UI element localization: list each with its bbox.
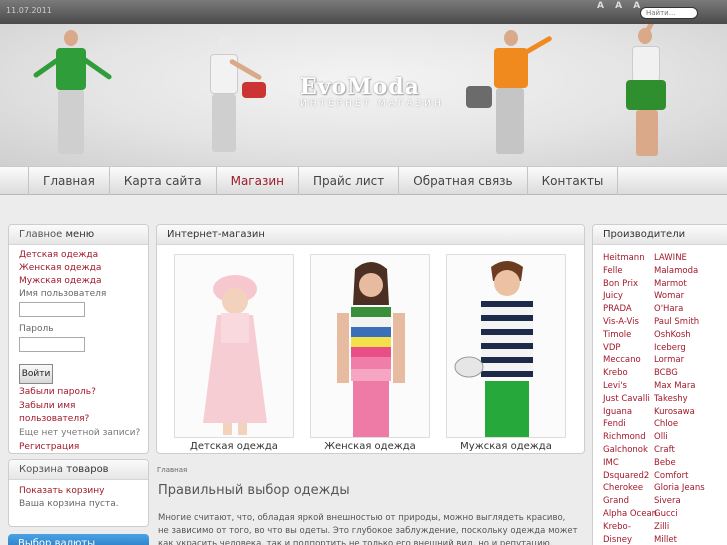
category-image-men[interactable] [446, 254, 566, 438]
nav-item-contacts[interactable]: Контакты [528, 167, 619, 195]
cart-empty-text: Ваша корзина пуста. [19, 499, 119, 509]
category-image-women[interactable] [310, 254, 430, 438]
password-label: Пароль [19, 324, 54, 334]
main-menu-header: Главное меню [9, 225, 148, 245]
model-figure [610, 24, 690, 164]
current-date: 11.07.2011 [6, 6, 52, 15]
brand-link[interactable]: Craft [654, 444, 714, 457]
breadcrumb[interactable]: Главная [157, 466, 187, 474]
password-input[interactable] [19, 337, 85, 352]
cart-header: Корзина товаров [9, 460, 148, 480]
nav-item-shop[interactable]: Магазин [217, 167, 299, 195]
brand-link[interactable]: BCBG [654, 367, 714, 380]
brand-link[interactable]: LAWINE [654, 252, 714, 265]
brand-link[interactable]: Malamoda [654, 265, 714, 278]
nav-item-feedback[interactable]: Обратная связь [399, 167, 528, 195]
nav-item-sitemap[interactable]: Карта сайта [110, 167, 217, 195]
login-button[interactable]: Войти [19, 364, 53, 384]
brand-link[interactable]: Iceberg [654, 342, 714, 355]
brand-link[interactable]: Chloe [654, 418, 714, 431]
brand-link[interactable]: Marmot [654, 278, 714, 291]
category-caption-men[interactable]: Мужская одежда [446, 441, 566, 452]
brand-link[interactable]: Millet [654, 534, 714, 545]
brand-link[interactable]: Paul Smith [654, 316, 714, 329]
brand-link[interactable]: Gloria Jeans [654, 482, 714, 495]
shop-panel: Интернет-магазин Детская одежда Женская … [156, 224, 585, 454]
brand-link[interactable]: Womar [654, 290, 714, 303]
brands-panel: Производители Heitmann Felle Bon Prix Juicy… [592, 224, 727, 545]
article-title: Правильный выбор одежды [158, 483, 350, 498]
brand-link[interactable]: Takeshy [654, 393, 714, 406]
brand-link[interactable]: Comfort [654, 470, 714, 483]
search-input[interactable] [640, 7, 698, 19]
top-bar: 11.07.2011 A A A [0, 0, 727, 24]
forgot-username-link[interactable]: Забыли имя пользователя? [19, 401, 89, 424]
brand-link[interactable]: Bebe [654, 457, 714, 470]
site-logo[interactable]: EvoModa ИНТЕРНЕТ МАГАЗИН [300, 76, 444, 109]
main-navigation: Главная Карта сайта Магазин Прайс лист О… [0, 166, 727, 195]
main-menu-panel: Главное меню Детская одежда Женская одеж… [8, 224, 149, 454]
model-figure [460, 30, 560, 166]
brand-link[interactable]: Kurosawa [654, 406, 714, 419]
no-account-text: Еще нет учетной записи? [19, 428, 141, 438]
brand-link[interactable]: Lormar [654, 354, 714, 367]
brand-link[interactable]: OshKosh [654, 329, 714, 342]
brand-link[interactable]: Zilli [654, 521, 714, 534]
forgot-password-link[interactable]: Забыли пароль? [19, 387, 96, 397]
shop-header: Интернет-магазин [157, 225, 584, 245]
logo-subtitle: ИНТЕРНЕТ МАГАЗИН [300, 99, 444, 109]
brands-header: Производители [593, 225, 727, 245]
model-figure [30, 30, 120, 166]
menu-link-kids[interactable]: Детская одежда [19, 250, 98, 260]
category-caption-women[interactable]: Женская одежда [310, 441, 430, 452]
brand-link[interactable]: O'Hara [654, 303, 714, 316]
register-link[interactable]: Регистрация [19, 442, 79, 452]
cart-panel: Корзина товаров Показать корзину Ваша ко… [8, 459, 149, 527]
header-banner: EvoModa ИНТЕРНЕТ МАГАЗИН [0, 24, 727, 166]
nav-item-pricelist[interactable]: Прайс лист [299, 167, 400, 195]
logo-title: EvoModa [300, 74, 420, 100]
menu-link-women[interactable]: Женская одежда [19, 263, 101, 273]
brands-column-2: LAWINE Malamoda Marmot Womar O'Hara Paul Smit… [654, 252, 714, 545]
category-caption-kids[interactable]: Детская одежда [174, 441, 294, 452]
menu-link-men[interactable]: Мужская одежда [19, 276, 102, 286]
font-size-switcher[interactable]: A A A [597, 1, 644, 11]
username-label: Имя пользователя [19, 289, 107, 299]
brand-link[interactable]: Max Mara [654, 380, 714, 393]
model-figure [170, 28, 270, 164]
nav-item-home[interactable]: Главная [29, 167, 110, 195]
currency-panel-header: Выбор валюты [8, 534, 149, 545]
brand-link[interactable]: Olli [654, 431, 714, 444]
show-cart-link[interactable]: Показать корзину [19, 486, 104, 496]
article-text: Многие считают, что, обладая яркой внешн… [158, 513, 578, 545]
category-image-kids[interactable] [174, 254, 294, 438]
brand-link[interactable]: Gucci [654, 508, 714, 521]
brand-link[interactable]: Sivera [654, 495, 714, 508]
username-input[interactable] [19, 302, 85, 317]
